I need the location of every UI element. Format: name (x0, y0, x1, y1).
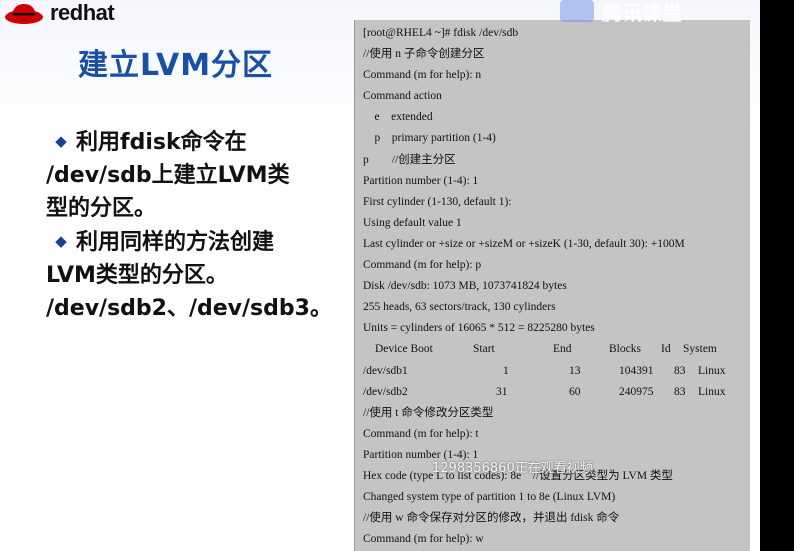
table-header-cell: Blocks (609, 343, 641, 356)
video-letterbox (760, 0, 794, 551)
terminal-line: p //创建主分区 (363, 153, 456, 166)
table-header-cell: Id (661, 343, 671, 356)
terminal-line: Command action (363, 90, 442, 103)
platform-watermark: 腾讯课堂 (560, 0, 760, 22)
table-cell: 60 (569, 385, 581, 398)
terminal-line: Using default value 1 (363, 216, 462, 229)
redhat-logo: redhat (4, 0, 115, 26)
table-cell: /dev/sdb2 (363, 385, 408, 398)
bullet-list: ◆ 利用fdisk命令在 /dev/sdb上建立LVM类 型的分区。 ◆ 利用同样的… (46, 125, 346, 325)
page-title: 建立LVM分区 (78, 48, 274, 83)
partition-table-header: Device Boot Start End Blocks Id System (363, 339, 750, 360)
table-cell: Linux (698, 385, 726, 398)
table-cell: Linux (698, 364, 726, 377)
bullet2-line1: 利用同样的方法创建 (76, 230, 275, 255)
terminal-line: //使用 t 命令修改分区类型 (363, 406, 494, 419)
bullet1-line3: 型的分区。 (46, 196, 157, 221)
terminal-line: Command (m for help): p (363, 259, 482, 272)
terminal-line: //使用 n 子命令创建分区 (363, 48, 485, 61)
table-cell: 1 (503, 364, 509, 377)
table-cell: 13 (569, 364, 581, 377)
bullet1-line1: 利用fdisk命令在 (76, 130, 247, 155)
table-cell: 31 (496, 385, 508, 398)
bullet1-line2: /dev/sdb上建立LVM类 (46, 163, 290, 188)
terminal-line: Command (m for help): w (363, 533, 484, 546)
table-cell: 83 (674, 364, 686, 377)
bullet2-line2: LVM类型的分区。 (46, 263, 228, 288)
terminal-line: Command (m for help): n (363, 69, 482, 82)
terminal-line: First cylinder (1-130, default 1): (363, 195, 512, 208)
terminal-line: //使用 w 命令保存对分区的修改，并退出 fdisk 命令 (363, 512, 620, 525)
diamond-bullet-icon: ◆ (55, 232, 67, 250)
slide: redhat 建立LVM分区 ◆ 利用fdisk命令在 /dev/sdb上建立LV… (0, 0, 760, 551)
terminal-line: Changed system type of partition 1 to 8e… (363, 491, 616, 504)
bullet-item-2: ◆ 利用同样的方法创建 LVM类型的分区。 /dev/sdb2、/dev/sdb3… (46, 225, 346, 325)
table-cell: 240975 (619, 385, 654, 398)
table-cell: 83 (674, 385, 686, 398)
table-header-cell: Device Boot (375, 343, 433, 356)
table-row: /dev/sdb1 1 13 104391 83 Linux (363, 361, 750, 382)
table-header-cell: System (683, 343, 717, 356)
diamond-bullet-icon: ◆ (55, 132, 67, 150)
terminal-line: p primary partition (1-4) (363, 132, 496, 145)
terminal-line: Command (m for help): t (363, 427, 479, 440)
platform-logo-icon (560, 0, 594, 22)
platform-watermark-text: 腾讯课堂 (602, 0, 682, 23)
terminal-line: e extended (363, 111, 433, 124)
table-cell: /dev/sdb1 (363, 364, 408, 377)
bullet2-line3: /dev/sdb2、/dev/sdb3。 (46, 296, 332, 321)
table-header-cell: End (553, 343, 572, 356)
terminal-line: Disk /dev/sdb: 1073 MB, 1073741824 bytes (363, 280, 567, 293)
bullet-item-1: ◆ 利用fdisk命令在 /dev/sdb上建立LVM类 型的分区。 (46, 125, 346, 225)
viewer-notice-watermark: 1298356860正在观看视频 (432, 461, 593, 476)
table-cell: 104391 (619, 364, 654, 377)
redhat-shadowman-icon (5, 4, 43, 24)
terminal-line: Partition number (1-4): 1 (363, 174, 479, 187)
terminal-line: 255 heads, 63 sectors/track, 130 cylinde… (363, 301, 556, 314)
table-header-cell: Start (473, 343, 495, 356)
terminal-line: Last cylinder or +size or +sizeM or +siz… (363, 237, 685, 250)
brand-text: redhat (50, 0, 115, 25)
table-row: /dev/sdb2 31 60 240975 83 Linux (363, 382, 750, 403)
terminal-line: [root@RHEL4 ~]# fdisk /dev/sdb (363, 27, 519, 39)
terminal-line: Units = cylinders of 16065 * 512 = 82252… (363, 322, 595, 335)
